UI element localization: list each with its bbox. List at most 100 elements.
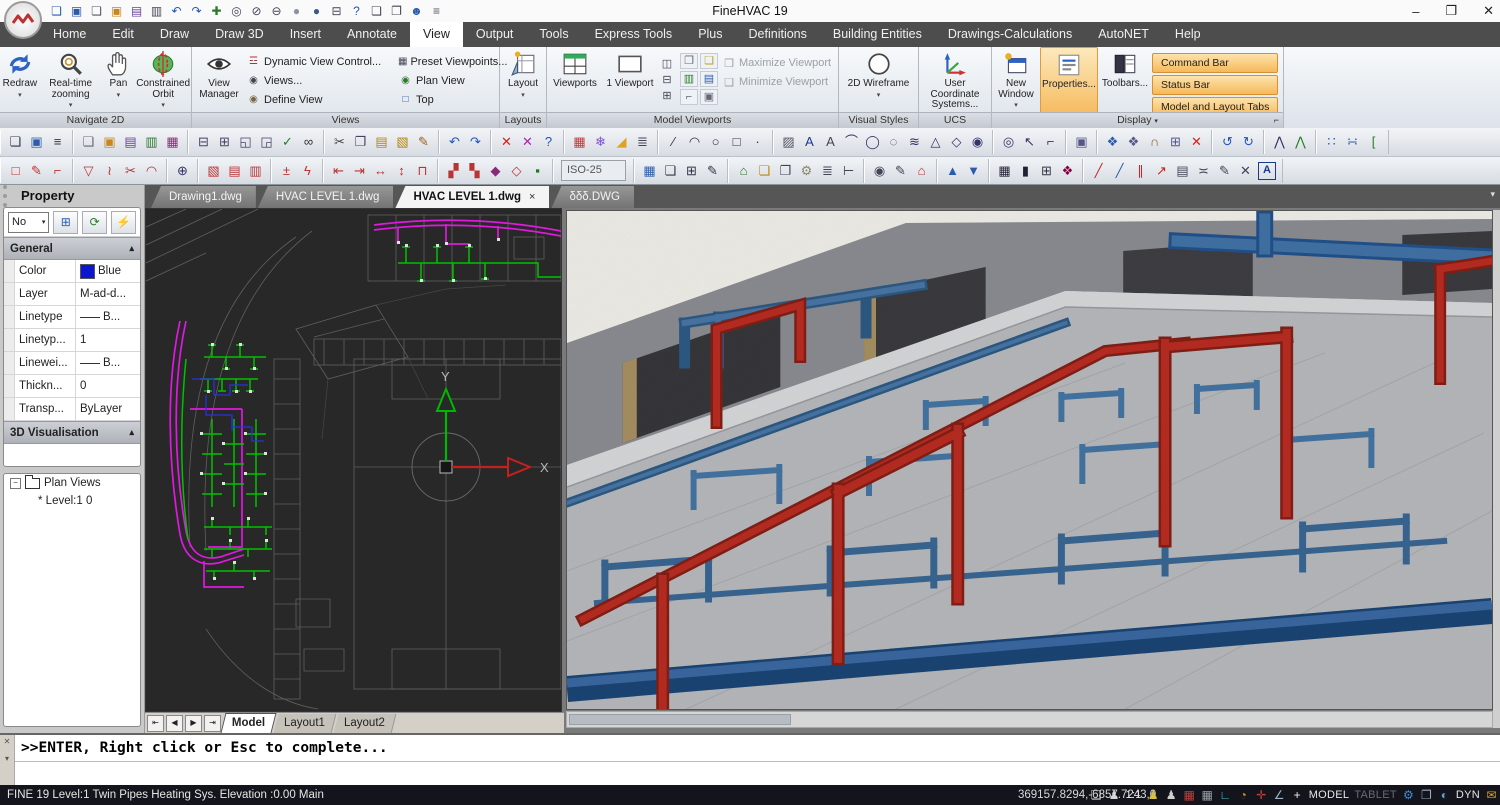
- pipe-twin-icon[interactable]: ∥: [1130, 160, 1151, 182]
- snap-grid-icon[interactable]: ▦: [1183, 785, 1196, 805]
- dim-baseline-icon[interactable]: ↕: [391, 160, 412, 182]
- pan-button[interactable]: Pan▾: [101, 47, 135, 113]
- quick-select-button[interactable]: ⟳: [82, 211, 107, 234]
- property-row-layer[interactable]: LayerM-ad-d...: [4, 283, 140, 306]
- tree-item-level1[interactable]: * Level:1 0: [4, 492, 140, 510]
- define-view-button[interactable]: ◉Define View: [246, 90, 398, 109]
- layer-sheet-icon[interactable]: ❏: [660, 160, 681, 182]
- named-viewports-icon[interactable]: ❏: [700, 53, 718, 69]
- dyn-input-icon[interactable]: ◐: [1438, 785, 1451, 805]
- move-icon[interactable]: ❖: [1102, 131, 1123, 153]
- mirror-3d-icon[interactable]: ⋀: [1290, 131, 1311, 153]
- polar-tracking-icon[interactable]: ◔: [1237, 785, 1250, 805]
- tree-collapse-icon[interactable]: −: [10, 478, 21, 489]
- vertical-scrollbar[interactable]: [1493, 210, 1500, 728]
- print-icon[interactable]: ⊟: [328, 1, 345, 21]
- hatch-icon[interactable]: ▨: [778, 131, 799, 153]
- object-snap-icon[interactable]: ✛: [1255, 785, 1268, 805]
- dimension-style-select[interactable]: ISO-25: [561, 160, 626, 181]
- join-viewports-icon[interactable]: ❐: [680, 53, 698, 69]
- toolbars-button[interactable]: Toolbars...: [1098, 47, 1152, 113]
- bld-open-icon[interactable]: ▣: [68, 1, 85, 21]
- menu-tab-drawings-calculations[interactable]: Drawings-Calculations: [935, 22, 1085, 47]
- redo-icon[interactable]: ↷: [465, 131, 486, 153]
- property-row-transp[interactable]: Transp...ByLayer: [4, 398, 140, 421]
- viewport-b-icon[interactable]: ▤: [224, 160, 245, 182]
- stretch-icon[interactable]: ±: [276, 160, 297, 182]
- edit-e-icon[interactable]: ▪: [527, 160, 548, 182]
- model-space-toggle[interactable]: MODEL: [1309, 789, 1350, 801]
- level-up-icon[interactable]: ▲: [942, 160, 963, 182]
- zoom-icon[interactable]: ◎: [228, 1, 245, 21]
- poly-select-icon[interactable]: ▽: [78, 160, 99, 182]
- layout-tab-layout1[interactable]: Layout1: [274, 714, 337, 733]
- preview-icon[interactable]: ◱: [235, 131, 256, 153]
- layout-tab-layout2[interactable]: Layout2: [334, 714, 397, 733]
- drawing-tab-hvac-level-1-dwg[interactable]: HVAC LEVEL 1.dwg: [258, 186, 394, 208]
- text-box-icon[interactable]: A: [1258, 162, 1276, 180]
- constrained-orbit-button[interactable]: Constrained Orbit▾: [135, 47, 191, 113]
- home-red-icon[interactable]: ⌂: [911, 160, 932, 182]
- polygonal-viewport-icon[interactable]: ⌐: [680, 89, 698, 105]
- cascade-icon[interactable]: ❐: [388, 1, 405, 21]
- elbow-icon[interactable]: ⌐: [47, 160, 68, 182]
- view-manager-button[interactable]: View Manager: [192, 47, 246, 113]
- rectangle-icon[interactable]: □: [726, 131, 747, 153]
- tab-close-icon[interactable]: ×: [529, 186, 535, 208]
- donut-icon[interactable]: ◎: [998, 131, 1019, 153]
- layout-nav-0-button[interactable]: ⇤: [147, 715, 164, 732]
- drawing-tab-dwg[interactable]: δδδ.DWG: [551, 186, 634, 208]
- print-icon[interactable]: ⊟: [193, 131, 214, 153]
- building-icon[interactable]: ⌂: [733, 160, 754, 182]
- drawing-tab-drawing1-dwg[interactable]: Drawing1.dwg: [151, 186, 256, 208]
- pipe-edit-icon[interactable]: ✎: [1214, 160, 1235, 182]
- redo-icon[interactable]: ↷: [188, 1, 205, 21]
- menu-tab-definitions[interactable]: Definitions: [736, 22, 820, 47]
- annotation-scale[interactable]: 1:1: [1125, 789, 1141, 801]
- drawing-tab-hvac-level-1-dwg[interactable]: HVAC LEVEL 1.dwg×: [395, 186, 549, 208]
- copy-icon[interactable]: ❐: [350, 131, 371, 153]
- save-icon[interactable]: ▤: [128, 1, 145, 21]
- command-expand-icon[interactable]: ▾: [5, 754, 9, 763]
- bracket-icon[interactable]: [: [1363, 131, 1384, 153]
- tablet-toggle[interactable]: TABLET: [1354, 789, 1397, 801]
- hierarchy-icon[interactable]: ⊢: [838, 160, 859, 182]
- tab-overflow-icon[interactable]: ▾: [1490, 189, 1495, 200]
- open-drawing-icon[interactable]: ▣: [108, 1, 125, 21]
- radiator-icon[interactable]: ▤: [1172, 160, 1193, 182]
- status-bar-toggle[interactable]: Status Bar: [1152, 75, 1278, 95]
- line-icon[interactable]: ∕: [663, 131, 684, 153]
- view-obj-icon[interactable]: ◉: [869, 160, 890, 182]
- dim-continue-icon[interactable]: ↔: [370, 160, 391, 182]
- mail-icon[interactable]: ✉: [1485, 785, 1498, 805]
- fitting-icon[interactable]: ≍: [1193, 160, 1214, 182]
- layout-button[interactable]: Layout ▾: [500, 47, 546, 113]
- new-icon[interactable]: ❏: [78, 131, 99, 153]
- save-icon[interactable]: ▤: [120, 131, 141, 153]
- viewport-3d[interactable]: [566, 210, 1493, 710]
- sketch-icon[interactable]: ✎: [26, 160, 47, 182]
- menu-tab-home[interactable]: Home: [40, 22, 99, 47]
- door-icon[interactable]: ▮: [1015, 160, 1036, 182]
- menu-tab-building-entities[interactable]: Building Entities: [820, 22, 935, 47]
- object-track-icon[interactable]: ∠: [1273, 785, 1286, 805]
- text-single-icon[interactable]: A: [820, 131, 841, 153]
- menu-tab-view[interactable]: View: [410, 22, 463, 47]
- find-icon[interactable]: ∞: [298, 131, 319, 153]
- settings-gear-icon[interactable]: ⚙: [1402, 785, 1415, 805]
- qat-options-icon[interactable]: ≡: [428, 1, 445, 21]
- menu-tab-insert[interactable]: Insert: [277, 22, 334, 47]
- copy-dwg-icon[interactable]: ❐: [775, 160, 796, 182]
- bld-open-icon[interactable]: ▣: [26, 131, 47, 153]
- menu-tab-annotate[interactable]: Annotate: [334, 22, 410, 47]
- fillet-icon[interactable]: ◠: [141, 160, 162, 182]
- save-as-icon[interactable]: ▥: [148, 1, 165, 21]
- menu-tab-output[interactable]: Output: [463, 22, 527, 47]
- lineweight-icon[interactable]: ≣: [632, 131, 653, 153]
- settings-icon[interactable]: ⚙: [796, 160, 817, 182]
- new-drawing-icon[interactable]: ❏: [88, 1, 105, 21]
- select-objects-button[interactable]: ⊞: [53, 211, 78, 234]
- new-window-button[interactable]: New Window ▾: [992, 47, 1040, 113]
- property-row-thickn[interactable]: Thickn...0: [4, 375, 140, 398]
- arc-icon[interactable]: ◠: [684, 131, 705, 153]
